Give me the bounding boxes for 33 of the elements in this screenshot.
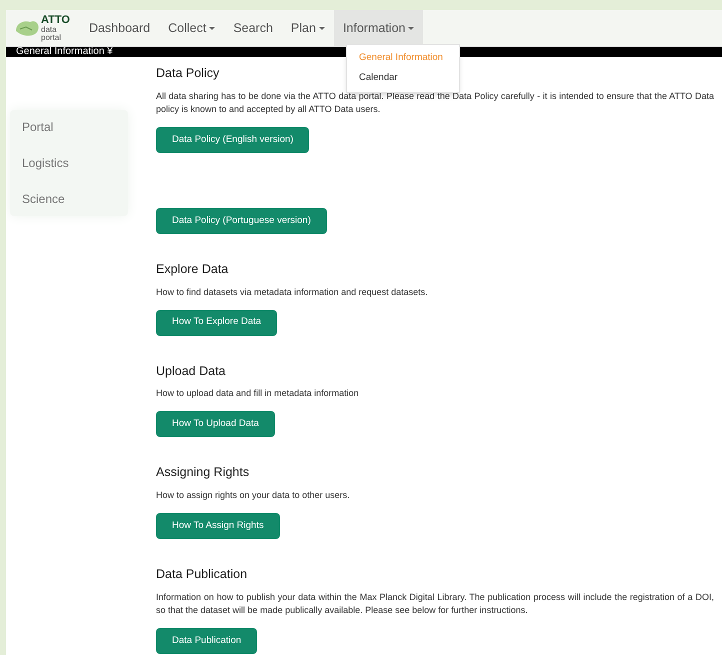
sidebar-link[interactable]: Science <box>10 190 128 208</box>
nav-item[interactable]: Dashboard <box>80 10 160 46</box>
button[interactable]: How To Explore Data <box>156 310 278 336</box>
logo-text: portal <box>41 34 62 42</box>
section-text: How to upload data and fill in metadata information <box>156 387 360 400</box>
button[interactable]: How To Upload Data <box>156 411 275 438</box>
button[interactable]: Data Policy (Portuguese version) <box>156 208 327 234</box>
section-heading: Data Policy <box>156 65 220 82</box>
sidebar-link[interactable]: Portal <box>10 118 128 136</box>
caret-icon <box>318 26 325 30</box>
section-text: How to assign rights on your data to other users. <box>156 489 351 502</box>
section-heading: Upload Data <box>156 362 226 380</box>
nav-item[interactable]: Search <box>224 10 282 46</box>
sub-bar-label[interactable]: General Information ¥ <box>16 47 113 57</box>
caret-icon <box>408 26 414 30</box>
sidebar-link[interactable]: Logistics <box>10 154 128 172</box>
section-text: Information on how to publish your data within the Max Planck Digital Library. The publication process will include the registration of a DOI, so that the dataset will be made publically available. Please see below for further instructions. <box>156 590 714 617</box>
nav-item[interactable]: Plan <box>282 10 334 46</box>
section-heading: Explore Data <box>156 260 228 278</box>
caret-icon <box>209 26 216 30</box>
section-heading: Data Publication <box>156 566 248 583</box>
menu-item[interactable]: Calendar <box>347 68 459 88</box>
menu-item[interactable]: General Information <box>347 48 459 68</box>
button[interactable]: Data Publication <box>156 628 258 654</box>
logo-text: data <box>41 26 58 34</box>
section-text: All data sharing has to be done via the ATTO data portal. Please read the Data Policy carefully - it is intended to ensure that the ATTO Data policy is known to and accepted by all ATTO Data users. <box>156 90 714 116</box>
nav-item[interactable]: Collect <box>159 10 224 46</box>
button[interactable]: How To Assign Rights <box>156 513 280 539</box>
logo-text: ATTO <box>41 14 70 26</box>
nav-item[interactable]: Information <box>334 10 424 46</box>
section-heading: Assigning Rights <box>156 464 250 482</box>
button[interactable]: Data Policy (English version) <box>156 126 310 153</box>
section-text: How to find datasets via metadata information and request datasets. <box>156 286 429 298</box>
